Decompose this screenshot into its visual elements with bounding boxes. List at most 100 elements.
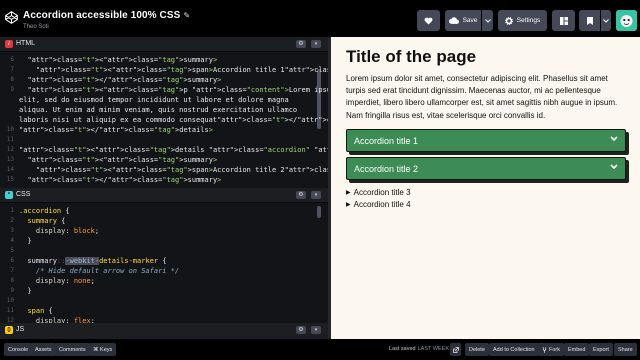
css-code-line[interactable]: display: flex; (19, 316, 95, 323)
js-settings-icon[interactable]: ⚙ (296, 326, 306, 334)
fork-button[interactable]: Fork (538, 343, 564, 356)
delete-button[interactable]: Delete (465, 343, 489, 356)
html-editor-header[interactable]: / HTML ⚙ ▾ (0, 37, 328, 52)
css-badge-icon: * (5, 191, 13, 199)
save-label: Save (462, 17, 478, 24)
html-code-line[interactable]: "attr">class="t"><"attr">class="tag">p "… (19, 85, 328, 95)
css-code-line[interactable]: } (19, 286, 31, 296)
embed-button[interactable]: Embed (564, 343, 590, 356)
css-code-line[interactable]: display: block; (19, 226, 99, 236)
console-button[interactable]: Console (4, 343, 33, 356)
external-link-icon (452, 346, 459, 353)
html-code-line[interactable]: "attr">class="t"><"attr">class="tag">det… (19, 145, 328, 155)
save-button[interactable]: Save (445, 10, 481, 31)
css-line-number: 2 (10, 217, 14, 224)
html-code-area[interactable]: 6 "attr">class="t"><"attr">class="tag">s… (0, 52, 328, 193)
css-line-number: 5 (10, 247, 14, 254)
bookmark-button[interactable] (579, 10, 600, 31)
css-line-number: 4 (10, 237, 14, 244)
pen-title[interactable]: Accordion accessible 100% CSS ✎ (23, 10, 190, 21)
html-code-line[interactable]: "attr">class="t"></"attr">class="tag">su… (19, 175, 221, 185)
page-title: Title of the page (346, 47, 477, 66)
avatar[interactable] (616, 10, 637, 31)
html-line-number: 7 (10, 66, 14, 73)
html-line-number: 12 (6, 146, 14, 153)
chevron-down-icon (603, 18, 609, 23)
disclosure-triangle-icon: ▶ (346, 202, 351, 208)
open-external-button[interactable] (450, 343, 461, 356)
css-line-number: 3 (10, 227, 14, 234)
html-code-line[interactable]: "attr">class="t"><"attr">class="tag">spa… (19, 65, 328, 75)
bookmark-icon (586, 16, 593, 25)
like-button[interactable] (417, 10, 440, 31)
layout-button[interactable] (552, 10, 575, 31)
fork-label: Fork (549, 346, 560, 353)
html-line-number: 9 (10, 86, 14, 93)
html-code-line[interactable]: elit, sed do eiusmod tempor incididunt u… (19, 95, 289, 105)
html-line-number: 11 (6, 136, 14, 143)
accordion-item-4[interactable]: ▶ Accordion title 4 (346, 200, 411, 209)
intro-paragraph: Lorem ipsum dolor sit amet, consectetur … (346, 74, 618, 120)
html-code-line[interactable]: laboris nisi ut aliquip ex ea commodo co… (19, 115, 328, 125)
codepen-logo-icon[interactable] (5, 11, 18, 24)
css-code-area[interactable]: 1 .accordion { 2 summary { 3 display: block… (0, 203, 328, 323)
html-code-line[interactable]: "attr">class="t"></"attr">class="tag">de… (19, 125, 213, 135)
pen-title-block: Accordion accessible 100% CSS ✎ Theo Soti (23, 10, 190, 30)
css-code-line[interactable]: span { (19, 306, 52, 316)
avatar-image-icon (616, 10, 637, 31)
html-collapse-icon[interactable]: ▾ (311, 40, 321, 48)
accordion-item-3[interactable]: ▶ Accordion title 3 (346, 188, 411, 197)
js-collapse-icon[interactable]: ▾ (311, 326, 321, 334)
html-settings-icon[interactable]: ⚙ (296, 40, 306, 48)
export-button[interactable]: Export (589, 343, 613, 356)
assets-button[interactable]: Assets (31, 343, 56, 356)
css-code-line[interactable]: .accordion { (19, 206, 70, 216)
css-code-line[interactable]: } (19, 236, 31, 246)
bookmark-options-button[interactable] (601, 10, 611, 31)
css-line-number: 1 (10, 207, 14, 214)
css-editor-header[interactable]: * CSS ⚙ ▾ (0, 188, 328, 203)
chevron-down-icon (610, 164, 618, 170)
css-scrollbar[interactable] (317, 206, 321, 218)
settings-button[interactable]: Settings (498, 10, 547, 31)
settings-label: Settings (516, 17, 541, 24)
html-code-line[interactable]: aliqua. Ut enim ad minim veniam, quis no… (19, 105, 297, 115)
css-code-line[interactable]: display: none; (19, 276, 95, 286)
html-code-line[interactable]: "attr">class="t"></"attr">class="tag">su… (19, 75, 221, 85)
html-code-line[interactable]: "attr">class="t"><"attr">class="tag">sum… (19, 155, 217, 165)
html-badge-icon: / (5, 40, 13, 48)
css-code-line[interactable]: summary::-webkit-details-marker { (19, 256, 167, 266)
css-code-line[interactable]: /* Hide default arrow on Safari */ (19, 266, 179, 276)
css-editor-title: CSS (16, 191, 31, 198)
html-code-line[interactable]: "attr">class="t"><"attr">class="tag">sum… (19, 55, 217, 65)
css-settings-icon[interactable]: ⚙ (296, 191, 306, 199)
add-to-collection-button[interactable]: Add to Collection (489, 343, 539, 356)
author-name[interactable]: Theo Soti (23, 24, 190, 30)
html-code-line[interactable]: "attr">class="t"><"attr">class="tag">spa… (19, 165, 328, 175)
cloud-icon (448, 17, 459, 24)
save-options-button[interactable] (482, 10, 493, 31)
html-line-number: 14 (6, 166, 14, 173)
share-button[interactable]: Share (614, 343, 637, 356)
html-line-number: 10 (6, 126, 14, 133)
accordion-item-2[interactable]: Accordion title 2 (346, 157, 626, 180)
html-line-number: 8 (10, 76, 14, 83)
css-collapse-icon[interactable]: ▾ (311, 191, 321, 199)
heart-icon (424, 17, 433, 25)
css-code-line[interactable]: summary { (19, 216, 65, 226)
pencil-icon[interactable]: ✎ (183, 11, 190, 20)
accordion-item-1[interactable]: Accordion title 1 (346, 129, 626, 152)
gear-icon (504, 16, 513, 25)
js-badge-icon: () (5, 326, 13, 334)
comments-button[interactable]: Comments (55, 343, 90, 356)
css-line-number: 6 (10, 257, 14, 264)
fork-icon (542, 346, 547, 353)
js-editor-header[interactable]: () JS ⚙ ▾ (0, 323, 328, 339)
css-line-number: 7 (10, 267, 14, 274)
accordion-label: Accordion title 4 (353, 200, 411, 209)
css-line-number: 12 (6, 317, 14, 323)
html-line-number: 6 (10, 56, 14, 63)
keys-button[interactable]: ⌘ Keys (89, 343, 117, 356)
html-editor-title: HTML (16, 40, 36, 47)
css-line-number: 8 (10, 277, 14, 284)
